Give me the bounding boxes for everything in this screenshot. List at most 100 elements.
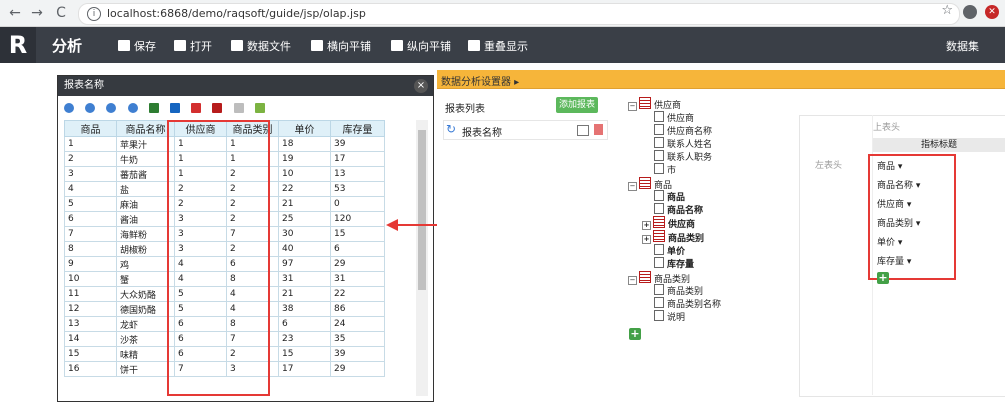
table-cell: 30 <box>278 226 331 242</box>
delete-icon[interactable] <box>594 124 603 135</box>
tile-horizontal-button[interactable]: 横向平铺 <box>311 38 371 54</box>
table-cell: 97 <box>278 256 331 272</box>
open-button[interactable]: 打开 <box>174 38 212 54</box>
column-header[interactable]: 库存量 <box>330 120 385 137</box>
data-file-button[interactable]: 数据文件 <box>231 38 291 54</box>
account-icon[interactable] <box>963 5 977 19</box>
field-icon <box>654 137 664 148</box>
download-icon[interactable] <box>254 103 265 113</box>
tree-field[interactable]: 供应商名称 <box>654 124 712 137</box>
table-cell: 14 <box>64 331 117 347</box>
tree-field[interactable]: 市 <box>654 163 676 176</box>
field-icon <box>654 203 664 214</box>
table-icon <box>653 230 665 242</box>
tree-field-expandable[interactable]: + 供应商 <box>642 216 695 230</box>
tile-vertical-button[interactable]: 纵向平铺 <box>391 38 451 54</box>
table-cell: 39 <box>330 346 385 362</box>
scroll-thumb[interactable] <box>418 130 426 290</box>
tree-field[interactable]: 商品 <box>654 190 685 203</box>
collapse-icon[interactable]: − <box>628 276 637 285</box>
tree-field[interactable]: 商品类别名称 <box>654 297 721 310</box>
tree-group-supplier[interactable]: − 供应商 <box>628 97 681 111</box>
report-window-title: 报表名称 <box>64 80 104 91</box>
tree-field[interactable]: 供应商 <box>654 111 694 124</box>
table-cell: 38 <box>278 301 331 317</box>
refresh-icon[interactable]: ↻ <box>446 122 456 136</box>
tree-field[interactable]: 商品类别 <box>654 284 703 297</box>
tree-field-expandable[interactable]: + 商品类别 <box>642 230 704 244</box>
table-icon <box>639 177 651 189</box>
tree-field[interactable]: 联系人姓名 <box>654 137 712 150</box>
table-cell: 17 <box>278 361 331 377</box>
column-header[interactable]: 商品 <box>64 120 117 137</box>
tree-field[interactable]: 商品名称 <box>654 203 703 216</box>
tree-group-product[interactable]: − 商品 <box>628 177 672 191</box>
table-cell: 40 <box>278 241 331 257</box>
excel-export-icon[interactable] <box>148 103 159 113</box>
expand-icon[interactable]: + <box>642 235 651 244</box>
table-cell: 大众奶酪 <box>116 286 175 302</box>
first-page-icon[interactable] <box>64 103 74 113</box>
overlap-button[interactable]: 重叠显示 <box>468 38 528 54</box>
table-cell: 29 <box>330 361 385 377</box>
dimensions-highlight <box>868 154 956 280</box>
field-icon <box>654 111 664 122</box>
settings-title: 数据分析设置器 ▸ <box>441 77 520 88</box>
settings-header[interactable]: 数据分析设置器 ▸ <box>437 70 1005 89</box>
table-cell: 6 <box>330 241 385 257</box>
tree-field[interactable]: 联系人职务 <box>654 150 712 163</box>
indicator-title-cell[interactable]: 指标标题 <box>873 138 1005 152</box>
collapse-icon[interactable]: − <box>628 102 637 111</box>
table-cell: 胡椒粉 <box>116 241 175 257</box>
table-cell: 6 <box>278 316 331 332</box>
forward-icon[interactable]: → <box>28 4 46 22</box>
collapse-icon[interactable]: − <box>628 182 637 191</box>
column-header[interactable]: 单价 <box>278 120 331 137</box>
add-dataset-icon[interactable]: + <box>629 328 641 340</box>
word-export-icon[interactable] <box>169 103 180 113</box>
info-icon[interactable]: i <box>87 7 101 21</box>
table-cell: 1 <box>64 136 117 152</box>
table-cell: 21 <box>278 286 331 302</box>
tree-field[interactable]: 单价 <box>654 244 685 257</box>
pdf-export-icon[interactable] <box>191 103 202 113</box>
report-window-titlebar[interactable]: 报表名称 × <box>58 76 433 96</box>
column-header[interactable]: 商品名称 <box>116 120 175 137</box>
extension-icon[interactable]: ✕ <box>985 5 999 19</box>
print-icon[interactable] <box>212 103 223 113</box>
table-cell: 2 <box>64 151 117 167</box>
close-icon[interactable]: × <box>414 79 428 93</box>
add-report-button[interactable]: 添加报表 <box>556 97 598 113</box>
add-dimension-icon[interactable]: + <box>877 272 889 284</box>
top-header-zone[interactable]: 上表头 <box>873 120 900 133</box>
table-cell: 31 <box>330 271 385 287</box>
tree-field[interactable]: 库存量 <box>654 257 694 270</box>
tree-group-category[interactable]: − 商品类别 <box>628 271 690 285</box>
field-icon <box>654 150 664 161</box>
left-header-zone[interactable]: 左表头 <box>815 158 842 171</box>
page-setup-icon[interactable] <box>233 103 244 113</box>
table-cell: 酱油 <box>116 211 175 227</box>
report-list-item[interactable]: ↻ 报表名称 <box>443 120 608 140</box>
expand-icon[interactable]: + <box>642 221 651 230</box>
next-page-icon[interactable] <box>106 103 117 113</box>
prev-page-icon[interactable] <box>85 103 96 113</box>
tree-field[interactable]: 说明 <box>654 310 685 323</box>
url-text: localhost:6868/demo/raqsoft/guide/jsp/ol… <box>107 7 366 20</box>
last-page-icon[interactable] <box>127 103 138 113</box>
configure-icon[interactable] <box>577 125 589 136</box>
back-icon[interactable]: ← <box>6 4 24 22</box>
table-cell: 29 <box>330 256 385 272</box>
table-cell: 15 <box>278 346 331 362</box>
table-cell: 蟹 <box>116 271 175 287</box>
data-file-icon <box>231 40 243 51</box>
save-button[interactable]: 保存 <box>118 38 156 54</box>
field-icon <box>654 257 664 268</box>
table-cell: 4 <box>64 181 117 197</box>
dataset-menu[interactable]: 数据集 <box>946 38 979 54</box>
reload-icon[interactable]: C <box>52 4 70 22</box>
bookmark-star-icon[interactable]: ☆ <box>941 3 953 18</box>
address-bar[interactable]: i localhost:6868/demo/raqsoft/guide/jsp/… <box>78 3 960 25</box>
browser-toolbar: ← → C i localhost:6868/demo/raqsoft/guid… <box>0 0 1005 27</box>
report-scrollbar[interactable] <box>416 120 428 396</box>
